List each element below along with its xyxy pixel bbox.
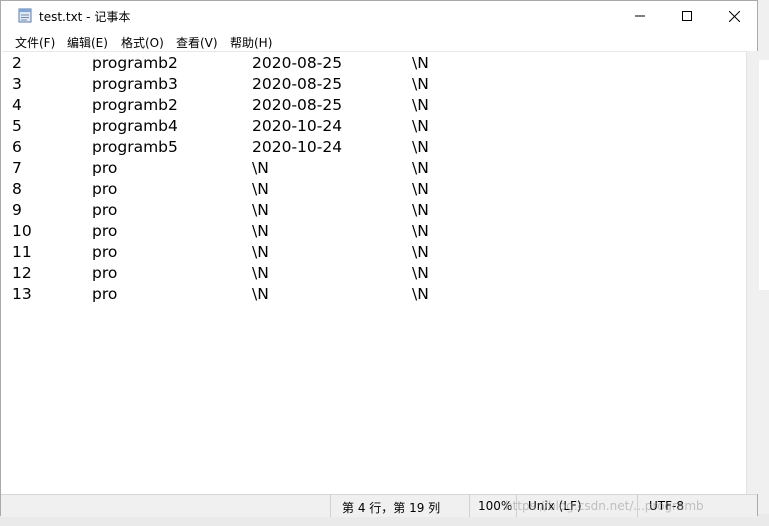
text-field: programb3 xyxy=(92,75,178,93)
text-line: 5 programb4 2020-10-24 \N xyxy=(2,116,746,137)
text-line: 9 pro \N \N xyxy=(2,200,746,221)
text-field: \N xyxy=(412,285,429,303)
notepad-icon xyxy=(18,8,32,23)
text-line: 12 pro \N \N xyxy=(2,263,746,284)
text-field: 2020-08-25 xyxy=(252,75,343,93)
text-line: 2 programb2 2020-08-25 \N xyxy=(2,53,746,74)
text-field: 10 xyxy=(12,222,32,240)
text-field: \N xyxy=(252,243,269,261)
text-field: \N xyxy=(252,264,269,282)
text-field: \N xyxy=(412,180,429,198)
text-field: 8 xyxy=(12,180,22,198)
text-field: 11 xyxy=(12,243,32,261)
text-field: \N xyxy=(412,138,429,156)
text-line: 7 pro \N \N xyxy=(2,158,746,179)
text-field: 6 xyxy=(12,138,22,156)
text-field: 9 xyxy=(12,201,22,219)
menu-bar: 文件(F) 编辑(E) 格式(O) 查看(V) 帮助(H) xyxy=(1,31,757,51)
text-field: 2 xyxy=(12,54,22,72)
menu-help[interactable]: 帮助(H) xyxy=(230,34,272,51)
maximize-icon xyxy=(682,11,692,21)
text-line: 8 pro \N \N xyxy=(2,179,746,200)
close-icon xyxy=(728,10,740,22)
text-line: 4 programb2 2020-08-25 \N xyxy=(2,95,746,116)
menu-format[interactable]: 格式(O) xyxy=(121,34,164,51)
menu-file[interactable]: 文件(F) xyxy=(15,34,55,51)
vertical-scrollbar[interactable] xyxy=(746,51,759,494)
text-field: pro xyxy=(92,285,118,303)
text-field: programb2 xyxy=(92,96,178,114)
text-field: \N xyxy=(252,285,269,303)
text-field: \N xyxy=(412,54,429,72)
text-field: \N xyxy=(412,117,429,135)
text-field: \N xyxy=(412,264,429,282)
text-field: 2020-10-24 xyxy=(252,138,343,156)
text-field: \N xyxy=(252,180,269,198)
menu-edit[interactable]: 编辑(E) xyxy=(67,34,108,51)
background-terminal xyxy=(758,60,769,290)
text-field: \N xyxy=(252,222,269,240)
notepad-window: test.txt - 记事本 文件(F) 编辑(E) 格式(O) 查看(V) 帮… xyxy=(0,0,759,517)
text-field: \N xyxy=(412,222,429,240)
status-separator xyxy=(469,495,470,517)
text-line: 3 programb3 2020-08-25 \N xyxy=(2,74,746,95)
maximize-button[interactable] xyxy=(664,1,710,31)
text-field: pro xyxy=(92,180,118,198)
text-field: 3 xyxy=(12,75,22,93)
text-field: \N xyxy=(412,96,429,114)
window-title: test.txt - 记事本 xyxy=(39,10,131,24)
text-line: 11 pro \N \N xyxy=(2,242,746,263)
text-field: pro xyxy=(92,243,118,261)
text-field: \N xyxy=(252,159,269,177)
text-field: pro xyxy=(92,159,118,177)
text-field: 12 xyxy=(12,264,32,282)
title-bar[interactable]: test.txt - 记事本 xyxy=(1,1,757,31)
text-field: \N xyxy=(412,75,429,93)
text-line: 13 pro \N \N xyxy=(2,284,746,305)
text-field: programb5 xyxy=(92,138,178,156)
status-position: 第 4 行，第 19 列 xyxy=(342,501,441,515)
close-button[interactable] xyxy=(711,1,757,31)
text-field: pro xyxy=(92,222,118,240)
text-field: pro xyxy=(92,201,118,219)
text-line: 10 pro \N \N xyxy=(2,221,746,242)
text-field: programb4 xyxy=(92,117,178,135)
text-field: \N xyxy=(412,159,429,177)
status-separator xyxy=(330,495,331,517)
text-field: 2020-08-25 xyxy=(252,96,343,114)
text-field: 7 xyxy=(12,159,22,177)
text-field: \N xyxy=(412,201,429,219)
text-field: \N xyxy=(412,243,429,261)
text-field: 5 xyxy=(12,117,22,135)
minimize-button[interactable] xyxy=(617,1,663,31)
text-field: programb2 xyxy=(92,54,178,72)
text-field: pro xyxy=(92,264,118,282)
text-field: 2020-10-24 xyxy=(252,117,343,135)
minimize-icon xyxy=(635,15,645,17)
text-field: 13 xyxy=(12,285,32,303)
text-field: \N xyxy=(252,201,269,219)
text-editor[interactable]: 2 programb2 2020-08-25 \N 3 programb3 2020-08-… xyxy=(2,51,746,494)
text-field: 4 xyxy=(12,96,22,114)
menu-view[interactable]: 查看(V) xyxy=(176,34,218,51)
text-line: 6 programb5 2020-10-24 \N xyxy=(2,137,746,158)
watermark-text: https://blog.csdn.net/...programb xyxy=(505,499,704,513)
text-field: 2020-08-25 xyxy=(252,54,343,72)
